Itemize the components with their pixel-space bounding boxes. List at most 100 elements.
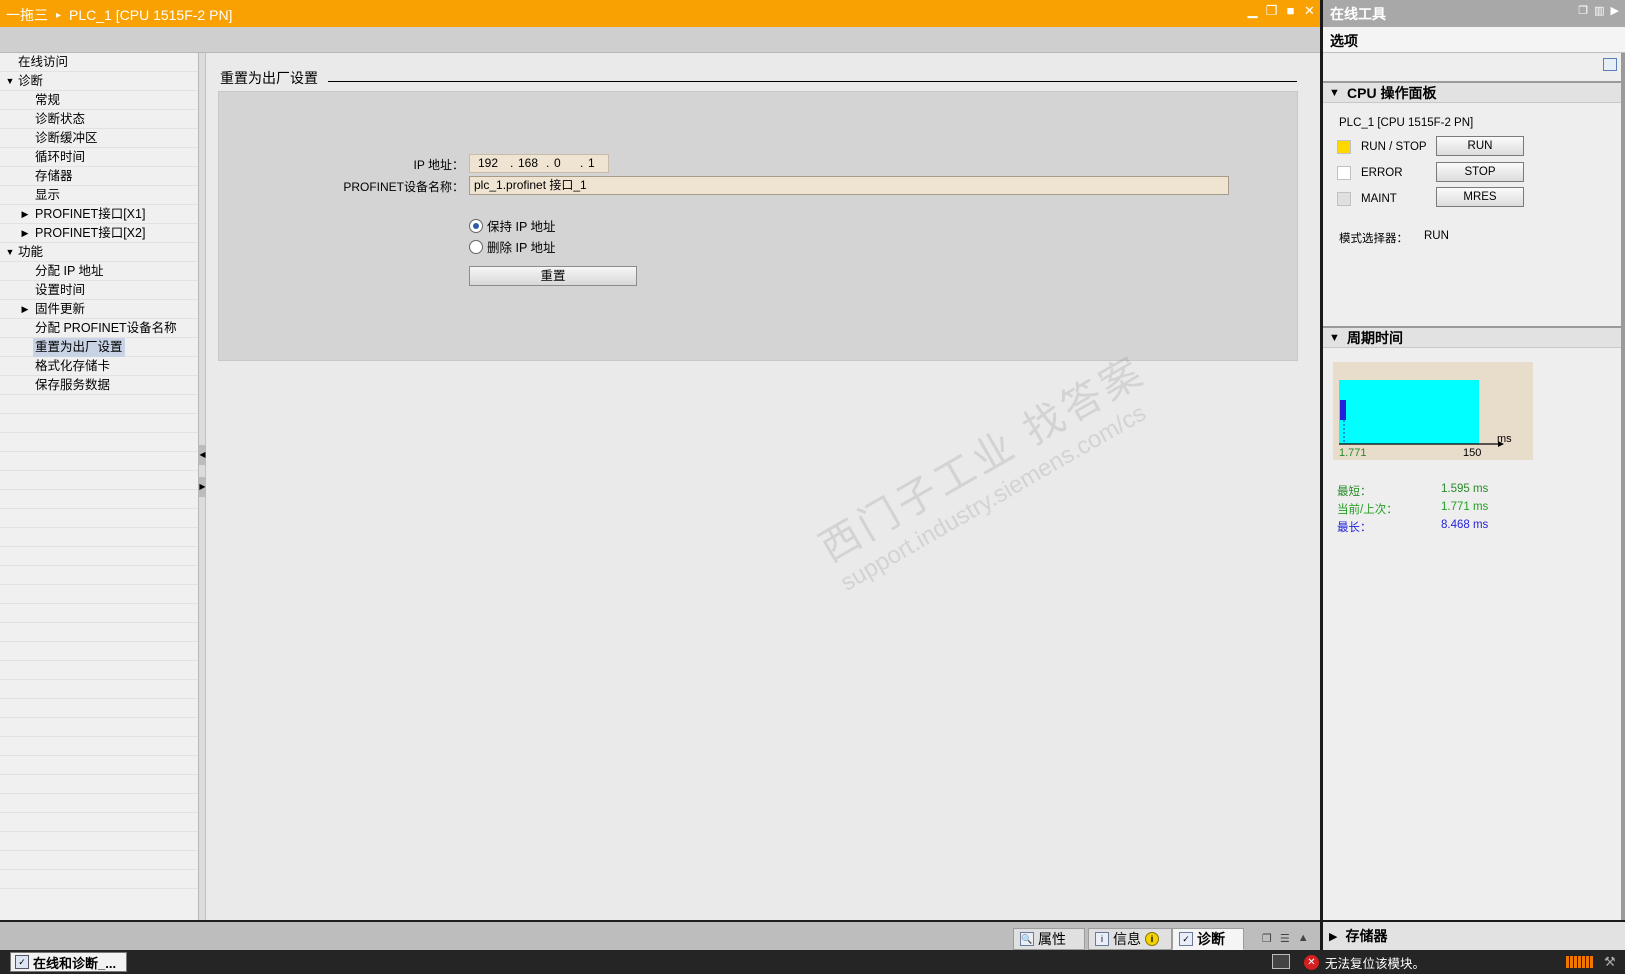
cycle-time-svg: 1.771 150 ms — [1339, 380, 1512, 459]
ip-octet-3[interactable]: 0 — [554, 155, 580, 172]
tree-item-label: 循环时间 — [35, 150, 86, 164]
expanded-arrow-icon[interactable]: ▼ — [5, 72, 15, 91]
profinet-name-field[interactable]: plc_1.profinet 接口_1 — [469, 176, 1229, 195]
tree-item[interactable]: ▶ 固件更新 — [0, 300, 198, 319]
tree-empty-row — [0, 756, 198, 775]
ip-octet-1[interactable]: 192 — [478, 155, 510, 172]
tree-item[interactable]: 常规 — [0, 91, 198, 110]
cycle-time-header[interactable]: ▼ 周期时间 — [1323, 326, 1625, 348]
led-row-run-stop: RUN / STOP — [1337, 140, 1441, 154]
ip-octet-2[interactable]: 168 — [518, 155, 546, 172]
stop-button[interactable]: STOP — [1436, 162, 1524, 182]
ip-address-label: IP 地址： — [413, 158, 464, 172]
tab-diagnostics[interactable]: ✓ 诊断 — [1172, 928, 1244, 950]
pane-controls: ❐ ▥ ▶ — [1578, 4, 1619, 17]
close-icon[interactable]: ✕ — [1303, 4, 1316, 17]
ip-dot: . — [580, 156, 584, 170]
network-icon[interactable] — [1272, 954, 1290, 969]
tree-item-label: 诊断缓冲区 — [35, 131, 98, 145]
stat-min-label: 最短： — [1337, 486, 1372, 498]
tree-item[interactable]: 分配 IP 地址 — [0, 262, 198, 281]
collapsed-arrow-icon[interactable]: ▶ — [20, 224, 30, 243]
stat-current-label: 当前/上次： — [1337, 504, 1398, 516]
tab-properties[interactable]: 🔍 属性 — [1013, 928, 1085, 950]
tree-item[interactable]: 重置为出厂设置 — [0, 338, 198, 357]
tree-item[interactable]: 诊断缓冲区 — [0, 129, 198, 148]
chevron-right-icon[interactable]: ▶ — [1329, 930, 1337, 943]
led-row-error: ERROR — [1337, 166, 1441, 180]
float-icon[interactable]: ❐ — [1262, 932, 1272, 945]
tool-icon[interactable]: ⚒ — [1604, 954, 1616, 970]
ip-address-field[interactable]: 192 . 168 . 0 . 1 — [469, 154, 609, 173]
cpu-panel-title: CPU 操作面板 — [1347, 84, 1437, 101]
cpu-panel-header[interactable]: ▼ CPU 操作面板 — [1323, 81, 1625, 103]
memory-header[interactable]: ▶ 存储器 — [1323, 920, 1625, 950]
tree-splitter[interactable]: ◀ ▶ — [199, 53, 206, 920]
portal-view-button[interactable]: ✓ 在线和诊断_... — [10, 952, 127, 972]
minimize-icon[interactable]: ▁ — [1246, 4, 1259, 17]
status-message[interactable]: ✕ 无法复位该模块。 — [1304, 953, 1425, 972]
tree-item[interactable]: ▶ PROFINET接口[X1] — [0, 205, 198, 224]
options-header[interactable]: 选项 — [1323, 27, 1625, 53]
tree-item[interactable]: ▼ 诊断 — [0, 72, 198, 91]
radio-unchecked-icon[interactable] — [469, 239, 483, 254]
tree-empty-row — [0, 851, 198, 870]
collapse-up-icon[interactable]: ▲ — [1298, 932, 1309, 945]
reset-button[interactable]: 重置 — [469, 266, 637, 286]
keep-ip-radio[interactable]: 保持 IP 地址 — [469, 216, 556, 235]
list-icon[interactable]: ☰ — [1280, 932, 1290, 945]
tree-item[interactable]: 分配 PROFINET设备名称 — [0, 319, 198, 338]
chevron-down-icon[interactable]: ▼ — [1329, 332, 1341, 344]
collapsed-arrow-icon[interactable]: ▶ — [20, 300, 30, 319]
current-cycle-marker — [1340, 400, 1346, 420]
delete-ip-label: 删除 IP 地址 — [487, 241, 556, 255]
tree-item-label: 重置为出厂设置 — [33, 338, 125, 357]
mres-button[interactable]: MRES — [1436, 187, 1524, 207]
float-pane-icon[interactable]: ❐ — [1578, 4, 1588, 17]
tree-item[interactable]: ▶ PROFINET接口[X2] — [0, 224, 198, 243]
tree-item[interactable]: 诊断状态 — [0, 110, 198, 129]
tree-empty-row — [0, 718, 198, 737]
tree-item-label: 诊断 — [18, 74, 44, 88]
breadcrumb-project[interactable]: 一拖三 — [6, 5, 48, 25]
breadcrumb-device[interactable]: PLC_1 [CPU 1515F-2 PN] — [69, 7, 232, 23]
cpu-name: PLC_1 [CPU 1515F-2 PN] — [1339, 117, 1474, 129]
restore-icon[interactable]: ❐ — [1265, 4, 1278, 17]
collapsed-arrow-icon[interactable]: ▶ — [20, 205, 30, 224]
tree-item[interactable]: 显示 — [0, 186, 198, 205]
delete-ip-radio[interactable]: 删除 IP 地址 — [469, 237, 556, 256]
chevron-down-icon[interactable]: ▼ — [1329, 87, 1341, 99]
mode-selector: 模式选择器： RUN — [1339, 230, 1449, 246]
pane-scrollbar[interactable] — [1621, 53, 1625, 920]
tree-item[interactable]: 存储器 — [0, 167, 198, 186]
run-button[interactable]: RUN — [1436, 136, 1524, 156]
tree-empty-row — [0, 585, 198, 604]
radio-checked-icon[interactable] — [469, 218, 483, 233]
ip-dot: . — [546, 156, 550, 170]
error-label: ERROR — [1361, 167, 1403, 179]
tree-empty-row — [0, 794, 198, 813]
tree-empty-row — [0, 680, 198, 699]
expanded-arrow-icon[interactable]: ▼ — [5, 243, 15, 262]
x-unit-label: ms — [1497, 433, 1512, 445]
tree-item[interactable]: ▼ 功能 — [0, 243, 198, 262]
progress-bars-icon — [1566, 956, 1593, 968]
expand-right-icon[interactable]: ▶ — [199, 477, 206, 497]
maint-label: MAINT — [1361, 193, 1397, 205]
tree-item[interactable]: 保存服务数据 — [0, 376, 198, 395]
collapse-left-icon[interactable]: ◀ — [199, 445, 206, 465]
split-pane-icon[interactable]: ▥ — [1594, 4, 1604, 17]
tree-item[interactable]: 在线访问 — [0, 53, 198, 72]
ip-octet-4[interactable]: 1 — [588, 155, 600, 172]
tree-item[interactable]: 格式化存储卡 — [0, 357, 198, 376]
tree-item[interactable]: 设置时间 — [0, 281, 198, 300]
maximize-icon[interactable]: ■ — [1284, 4, 1297, 17]
tree-item[interactable]: 循环时间 — [0, 148, 198, 167]
inspector-controls: ❐ ☰ ▲ — [1262, 932, 1309, 945]
tree-item-label: 存储器 — [35, 169, 73, 183]
tab-info[interactable]: i 信息 i — [1088, 928, 1172, 950]
collapse-pane-icon[interactable]: ▶ — [1611, 4, 1619, 17]
led-row-maint: MAINT — [1337, 192, 1441, 206]
options-window-icon[interactable] — [1603, 58, 1617, 71]
tree-empty-row — [0, 452, 198, 471]
